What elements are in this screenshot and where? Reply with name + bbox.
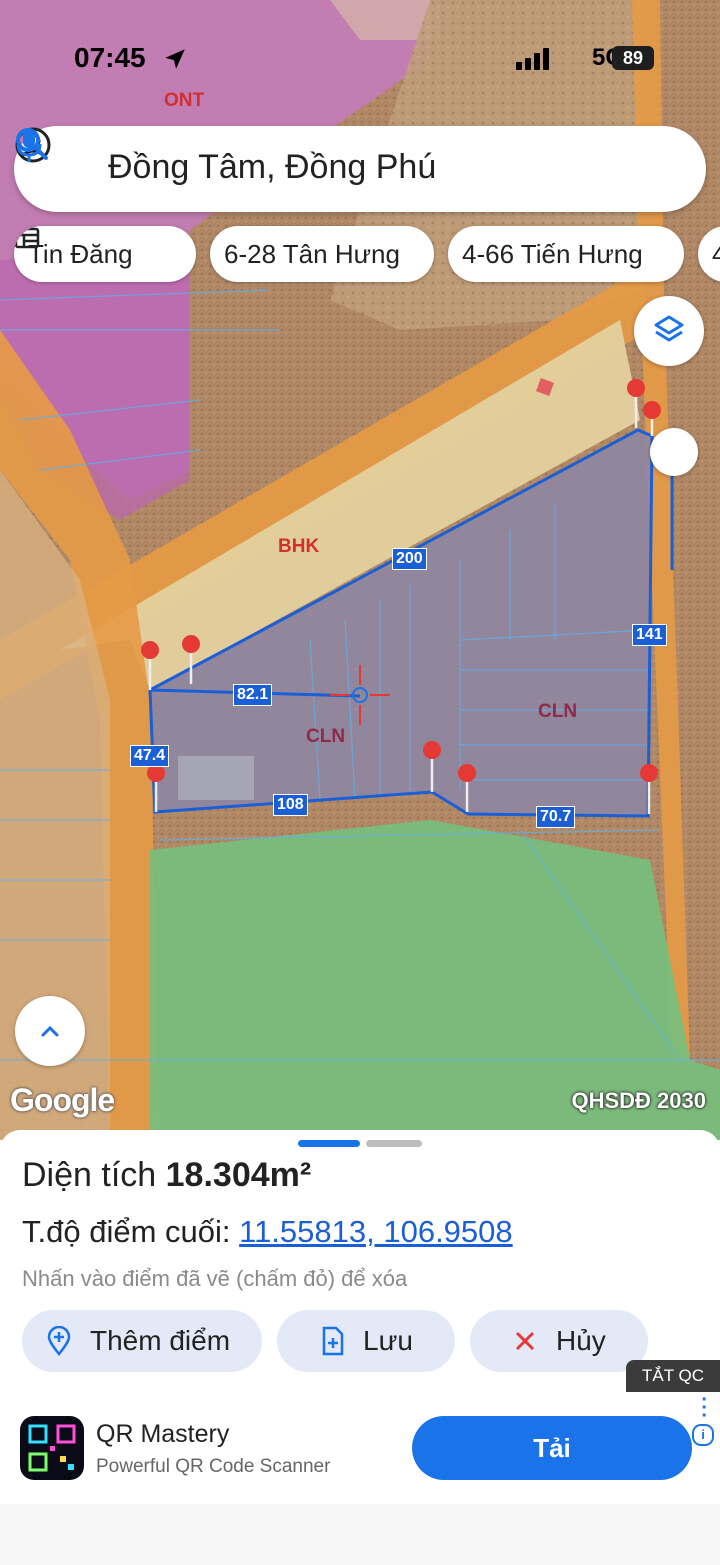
cancel-button[interactable]: Hủy <box>470 1310 648 1372</box>
add-point-button[interactable]: Thêm điểm <box>22 1310 262 1372</box>
chip-tien-hung[interactable]: 4-66 Tiến Hưng <box>448 226 684 282</box>
ad-banner[interactable]: QR Mastery Powerful QR Code Scanner Tải … <box>0 1390 720 1504</box>
signal-icon <box>516 48 549 70</box>
chip-tin-dang[interactable]: Tin Đăng <box>14 226 196 282</box>
measurement-sheet: Diện tích 18.304m² T.độ điểm cuối: 11.55… <box>0 1130 720 1390</box>
zone-label-bhk: BHK <box>278 536 319 557</box>
location-arrow-icon <box>165 49 185 69</box>
layers-button[interactable] <box>634 296 704 366</box>
status-time: 07:45 <box>74 42 146 73</box>
app-icon[interactable] <box>20 1416 84 1480</box>
add-point-label: Thêm điểm <box>90 1325 231 1356</box>
microphone-icon[interactable] <box>14 126 44 164</box>
ad-app-name: QR Mastery <box>96 1420 230 1448</box>
ad-close-button[interactable]: TẮT QC <box>626 1360 720 1392</box>
zone-label-ont: ONT <box>164 90 205 111</box>
bottom-safe-area <box>0 1504 720 1565</box>
area-value: 18.304m² <box>165 1156 312 1194</box>
chip-label: Tin Đăng <box>28 239 133 269</box>
measure-label-inner: 82.1 <box>233 684 273 706</box>
add-location-icon <box>47 1326 71 1356</box>
layers-icon <box>654 315 684 342</box>
battery-indicator: 89 <box>612 46 654 70</box>
zone-label-cln-right: CLN <box>538 701 577 722</box>
close-icon <box>515 1331 535 1351</box>
plan-layer-label: QHSDĐ 2030 <box>571 1088 706 1113</box>
ad-app-subtitle: Powerful QR Code Scanner <box>96 1456 331 1477</box>
save-file-icon <box>322 1326 344 1356</box>
area-label: Diện tích <box>22 1156 157 1194</box>
chip-tan-hung[interactable]: 6-28 Tân Hưng <box>210 226 434 282</box>
measure-label-bottom-right: 70.7 <box>536 806 576 828</box>
coords-label: T.độ điểm cuối: <box>22 1214 231 1249</box>
listing-icon <box>14 227 40 249</box>
measure-label-bottom-left: 108 <box>273 794 308 816</box>
hint-text: Nhấn vào điểm đã vẽ (chấm đỏ) để xóa <box>22 1266 408 1291</box>
measure-label-top: 200 <box>392 548 427 570</box>
qr-icon <box>28 1424 76 1472</box>
map-view[interactable]: ONT BHK CLN CLN RSX 200 141 82.1 47.4 10… <box>0 0 720 1140</box>
save-button[interactable]: Lưu <box>277 1310 455 1372</box>
ad-install-button[interactable]: Tải <box>412 1416 692 1480</box>
search-input[interactable]: Đồng Tâm, Đồng Phú <box>108 148 436 187</box>
opacity-slider-handle[interactable] <box>650 428 698 476</box>
measure-label-left: 47.4 <box>130 745 170 767</box>
google-logo: Google <box>10 1082 115 1118</box>
save-label: Lưu <box>363 1325 413 1356</box>
coords-readout: T.độ điểm cuối: 11.55813, 106.9508 <box>22 1214 513 1250</box>
area-readout: Diện tích 18.304m² <box>22 1156 311 1195</box>
sheet-handle[interactable] <box>366 1140 422 1147</box>
zone-label-cln-left: CLN <box>306 726 345 747</box>
ad-menu-icon[interactable]: · · · <box>701 1390 708 1426</box>
cancel-label: Hủy <box>556 1325 606 1356</box>
chevron-up-icon <box>41 1025 59 1037</box>
measure-label-right: 141 <box>632 624 667 646</box>
sheet-handle-active[interactable] <box>298 1140 360 1147</box>
ad-info-icon[interactable]: i <box>692 1424 714 1446</box>
coords-link[interactable]: 11.55813, 106.9508 <box>239 1214 513 1249</box>
search-bar[interactable]: Đồng Tâm, Đồng Phú <box>14 126 706 212</box>
expand-button[interactable] <box>15 996 85 1066</box>
